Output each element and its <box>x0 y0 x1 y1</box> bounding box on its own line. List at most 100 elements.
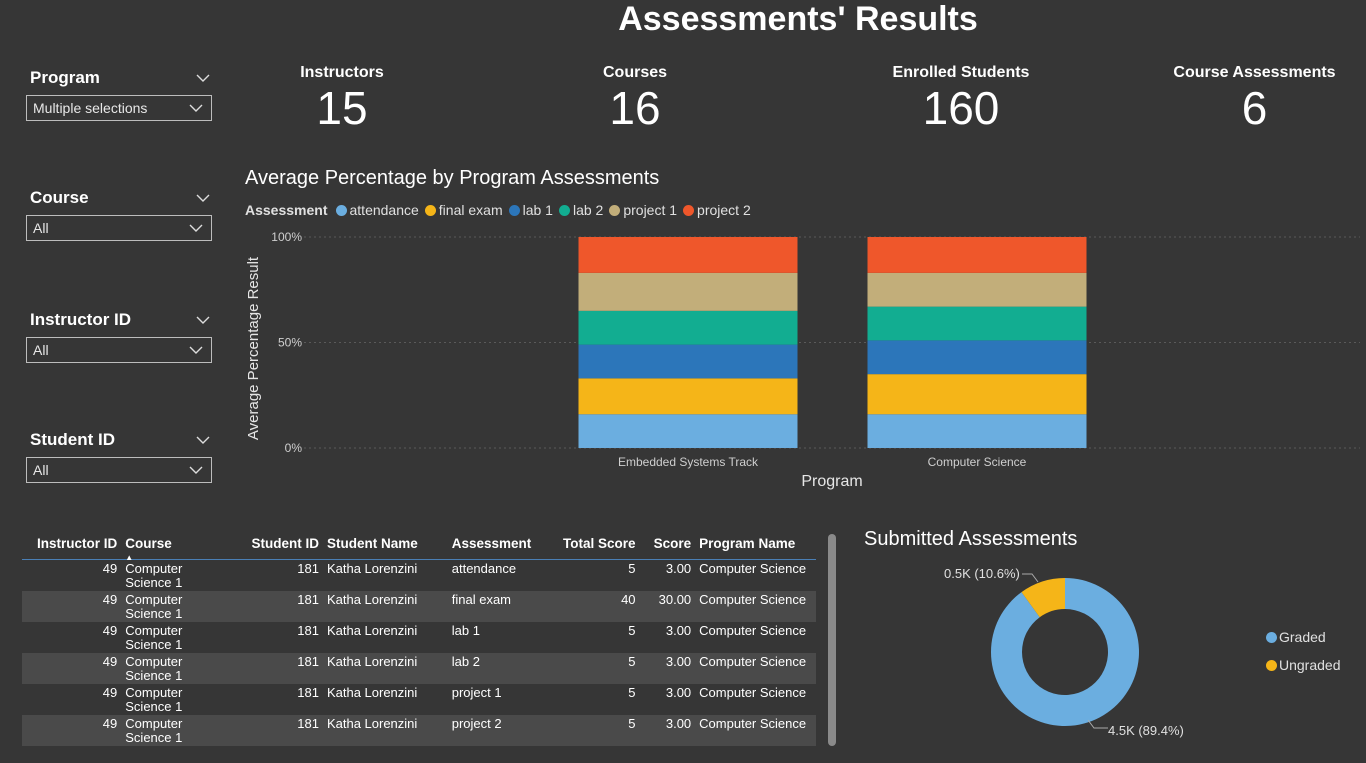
slicer-student-id: Student ID All <box>26 429 212 483</box>
table-cell: Computer Science 1 <box>125 654 183 683</box>
table-cell: attendance <box>451 561 517 576</box>
table-row[interactable]: 49 Computer Science 1 181 Katha Lorenzini fi… <box>22 591 816 622</box>
kpi-label: Instructors <box>300 64 384 81</box>
table-cell: Katha Lorenzini <box>326 654 418 669</box>
table-cell: 181 <box>297 716 319 731</box>
column-header[interactable]: Student Name <box>323 530 448 560</box>
column-header[interactable]: Course ▲ <box>121 530 236 562</box>
program-dropdown[interactable]: Multiple selections <box>26 95 212 121</box>
table-scrollbar[interactable] <box>828 534 836 746</box>
bar-segment <box>867 414 1087 448</box>
page-title: Assessments' Results <box>618 0 978 38</box>
table-cell: Katha Lorenzini <box>326 561 418 576</box>
column-header[interactable]: Score <box>640 530 696 560</box>
kpi-courses: Courses 16 <box>555 64 715 134</box>
bar-segment <box>578 310 798 345</box>
kpi-value: 6 <box>1241 82 1268 134</box>
legend-dot <box>424 204 436 216</box>
dropdown-value: Multiple selections <box>33 100 148 116</box>
table-cell: 3.00 <box>665 623 692 638</box>
chevron-down-icon[interactable] <box>196 313 210 327</box>
table-row[interactable]: 49 Computer Science 1 181 Katha Lorenzini pr… <box>22 684 816 715</box>
table-cell: 49 <box>102 685 118 700</box>
table-row[interactable]: 49 Computer Science 1 181 Katha Lorenzini at… <box>22 560 816 592</box>
legend-dot <box>1266 659 1277 671</box>
legend-label: Graded <box>1279 629 1326 645</box>
legend-item[interactable]: project 2 <box>683 202 751 218</box>
table-cell: Computer Science 1 <box>125 592 183 621</box>
table-cell: 181 <box>297 592 319 607</box>
table-header-row: Instructor ID Course ▲ Student ID Student Na… <box>22 530 816 562</box>
table-cell: 5 <box>628 716 636 731</box>
column-header[interactable]: Total Score <box>548 530 639 560</box>
slicer-title: Program <box>30 68 100 87</box>
x-tick-label: Embedded Systems Track <box>618 455 759 469</box>
student-id-dropdown[interactable]: All <box>26 457 212 483</box>
slicer-title: Instructor ID <box>30 310 132 329</box>
legend-item[interactable]: lab 2 <box>558 202 603 218</box>
slicer-course: Course All <box>26 187 212 241</box>
kpi-value: 15 <box>316 82 368 134</box>
legend-dot <box>335 204 347 216</box>
table-cell: lab 2 <box>451 654 480 669</box>
chevron-down-icon[interactable] <box>196 433 210 447</box>
table-cell: 181 <box>297 623 319 638</box>
legend-label: Ungraded <box>1279 657 1341 673</box>
legend-label: project 2 <box>697 202 751 218</box>
table-cell: 3.00 <box>665 561 692 576</box>
legend-item[interactable]: lab 1 <box>508 202 553 218</box>
chevron-down-icon <box>189 466 203 474</box>
legend-item[interactable]: attendance <box>335 202 419 218</box>
legend-item-graded: Graded <box>1266 629 1326 645</box>
course-dropdown[interactable]: All <box>26 215 212 241</box>
assessment-table: Instructor ID Course ▲ Student ID Student Na… <box>22 530 817 746</box>
legend-title: Assessment <box>245 202 328 218</box>
table-cell: Katha Lorenzini <box>326 623 418 638</box>
kpi-course-assessments: Course Assessments 6 <box>1152 64 1357 134</box>
table-cell: project 2 <box>451 716 502 731</box>
table-cell: 5 <box>628 623 636 638</box>
chevron-down-icon <box>189 224 203 232</box>
kpi-instructors: Instructors 15 <box>262 64 422 134</box>
column-header[interactable]: Assessment <box>448 530 548 560</box>
bar-segment <box>578 344 798 379</box>
bar-segment <box>578 237 798 273</box>
instructor-id-dropdown[interactable]: All <box>26 337 212 363</box>
column-header[interactable]: Student ID <box>236 530 323 560</box>
x-tick-label: Computer Science <box>928 455 1027 469</box>
donut-data-label: 0.5K (10.6%) <box>944 566 1020 581</box>
table-row[interactable]: 49 Computer Science 1 181 Katha Lorenzini la… <box>22 622 816 653</box>
bar-segment <box>867 374 1087 415</box>
legend-label: lab 1 <box>522 202 553 218</box>
column-header[interactable]: Instructor ID <box>22 530 121 560</box>
legend-dot <box>683 204 695 216</box>
legend-item[interactable]: final exam <box>424 202 503 218</box>
legend-item[interactable]: project 1 <box>609 202 677 218</box>
kpi-enrolled-students: Enrolled Students 160 <box>861 64 1061 134</box>
kpi-value: 16 <box>609 82 661 134</box>
y-tick-label: 100% <box>271 230 302 244</box>
table-cell: lab 1 <box>451 623 480 638</box>
legend-label: attendance <box>349 202 419 218</box>
leader-line <box>1087 719 1108 729</box>
leader-line <box>1022 573 1039 583</box>
table-cell: Computer Science 1 <box>125 716 183 745</box>
chevron-down-icon[interactable] <box>196 191 210 205</box>
table-row[interactable]: 49 Computer Science 1 181 Katha Lorenzini pr… <box>22 715 816 746</box>
chart-title: Average Percentage by Program Assessment… <box>245 167 660 189</box>
legend-label: final exam <box>438 202 503 218</box>
legend-label: project 1 <box>623 202 678 218</box>
bar-segment <box>578 272 798 311</box>
table-row[interactable]: 49 Computer Science 1 181 Katha Lorenzini la… <box>22 653 816 684</box>
chevron-down-icon[interactable] <box>196 71 210 85</box>
column-header[interactable]: Program Name <box>695 530 816 560</box>
table-cell: 49 <box>102 716 118 731</box>
x-axis-label: Program <box>801 473 862 490</box>
legend-dot <box>508 204 520 216</box>
table-cell: Computer Science 1 <box>125 623 183 652</box>
bar-segment <box>867 306 1087 341</box>
dropdown-value: All <box>33 462 49 478</box>
table-cell: Computer Science <box>699 685 807 700</box>
table-cell: 49 <box>102 592 118 607</box>
bar-segment <box>867 340 1087 375</box>
